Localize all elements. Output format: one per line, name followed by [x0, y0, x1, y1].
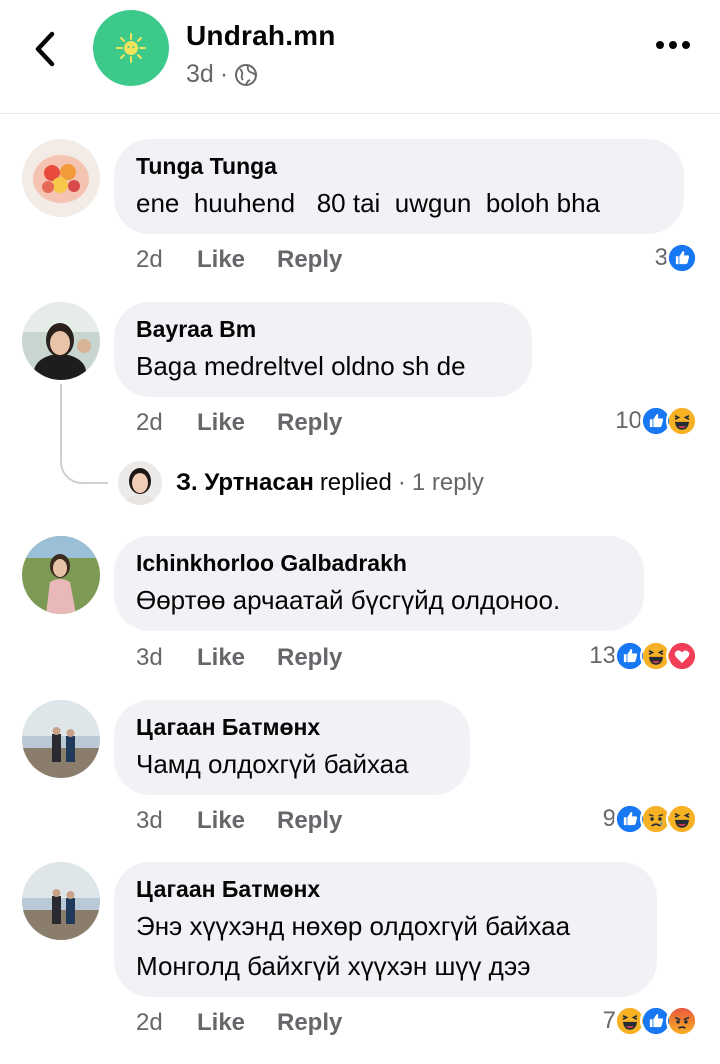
avatar-photo-icon: [22, 536, 100, 614]
comment-bubble[interactable]: Цагаан Батмөнх Энэ хүүхэнд нөхөр олдохгү…: [114, 862, 657, 997]
reply-preview[interactable]: З. Уртнасан replied · 1 reply: [118, 461, 484, 505]
comment-bubble[interactable]: Цагаан Батмөнх Чамд олдохгүй байхаа: [114, 700, 470, 795]
reply-button[interactable]: Reply: [277, 409, 342, 437]
reaction-summary[interactable]: 13: [589, 640, 698, 672]
comment-bubble[interactable]: Ichinkhorloo Galbadrakh Өөртөө арчаатай …: [114, 536, 644, 631]
reaction-summary[interactable]: 10: [615, 405, 698, 437]
commenter-avatar[interactable]: [22, 536, 100, 614]
love-reaction-icon: [666, 640, 698, 672]
comment-bubble[interactable]: Tunga Tunga ene huuhend 80 tai uwgun bol…: [114, 139, 684, 234]
comment-time[interactable]: 2d: [136, 246, 197, 274]
comment-author[interactable]: Цагаан Батмөнх: [136, 876, 635, 906]
reply-button[interactable]: Reply: [277, 1009, 342, 1037]
reaction-summary[interactable]: 3: [655, 242, 698, 274]
comment-text: Чамд олдохгүй байхаа: [136, 749, 409, 779]
like-button[interactable]: Like: [197, 644, 277, 672]
like-button[interactable]: Like: [197, 246, 277, 274]
post-meta: 3d ·: [186, 60, 258, 89]
avatar-photo-icon: [22, 862, 100, 940]
reply-button[interactable]: Reply: [277, 246, 342, 274]
more-horizontal-icon: [656, 41, 690, 49]
haha-reaction-icon: [666, 405, 698, 437]
comment-time[interactable]: 2d: [136, 409, 197, 437]
angry-reaction-icon: [666, 1005, 698, 1037]
view-replies-link[interactable]: 1 reply: [412, 469, 484, 497]
globe-icon: [235, 63, 258, 86]
comment-author[interactable]: Tunga Tunga: [136, 153, 662, 183]
comment-actions: 3d Like Reply: [136, 644, 342, 672]
comment-author[interactable]: Bayraa Bm: [136, 316, 510, 346]
reaction-summary[interactable]: 7: [603, 1005, 698, 1037]
comment-author[interactable]: Цагаан Батмөнх: [136, 714, 448, 744]
avatar-photo-icon: [22, 700, 100, 778]
back-button[interactable]: [26, 26, 66, 72]
commenter-avatar[interactable]: [22, 700, 100, 778]
comment-actions: 2d Like Reply: [136, 246, 342, 274]
page-name[interactable]: Undrah.mn: [186, 20, 336, 52]
comment-text-line: Монголд байхгүй хүүхэн шүү дээ: [136, 951, 531, 981]
comment-text: ene huuhend 80 tai uwgun boloh bha: [136, 188, 601, 218]
comment-bubble[interactable]: Bayraa Bm Baga medreltvel oldno sh de: [114, 302, 532, 397]
comment-actions: 3d Like Reply: [136, 807, 342, 835]
like-button[interactable]: Like: [197, 409, 277, 437]
chevron-left-icon: [35, 31, 55, 67]
commenter-avatar[interactable]: [22, 302, 100, 380]
reply-button[interactable]: Reply: [277, 807, 342, 835]
reaction-count: 13: [589, 642, 616, 669]
post-header: Undrah.mn 3d ·: [0, 0, 720, 114]
comment-time[interactable]: 3d: [136, 807, 197, 835]
post-time[interactable]: 3d: [186, 60, 214, 89]
meta-separator: ·: [219, 60, 229, 88]
sun-logo-icon: [116, 33, 146, 63]
avatar-photo-icon: [22, 302, 100, 380]
replier-avatar[interactable]: [118, 461, 162, 505]
comment-text-line: Энэ хүүхэнд нөхөр олдохгүй байхаа: [136, 911, 571, 941]
reaction-summary[interactable]: 9: [603, 803, 698, 835]
comment-time[interactable]: 3d: [136, 644, 197, 672]
page-avatar[interactable]: [93, 10, 169, 86]
more-options-button[interactable]: [655, 38, 691, 52]
comment-text: Өөртөө арчаатай бүсгүйд олдоноо.: [136, 585, 561, 615]
comment-author[interactable]: Ichinkhorloo Galbadrakh: [136, 550, 622, 580]
like-button[interactable]: Like: [197, 807, 277, 835]
comment-actions: 2d Like Reply: [136, 1009, 342, 1037]
reaction-count: 10: [615, 407, 642, 434]
comment-actions: 2d Like Reply: [136, 409, 342, 437]
commenter-avatar[interactable]: [22, 139, 100, 217]
commenter-avatar[interactable]: [22, 862, 100, 940]
like-reaction-icon: [666, 242, 698, 274]
replier-name[interactable]: З. Уртнасан: [176, 469, 314, 497]
avatar-photo-icon: [22, 139, 100, 217]
haha-reaction-icon: [666, 803, 698, 835]
comment-text: Baga medreltvel oldno sh de: [136, 351, 466, 381]
replied-label: replied: [319, 469, 392, 496]
thread-connector-line: [60, 384, 108, 484]
replied-separator: ·: [397, 469, 406, 496]
comment-time[interactable]: 2d: [136, 1009, 197, 1037]
like-button[interactable]: Like: [197, 1009, 277, 1037]
reply-button[interactable]: Reply: [277, 644, 342, 672]
avatar-photo-icon: [118, 461, 162, 505]
